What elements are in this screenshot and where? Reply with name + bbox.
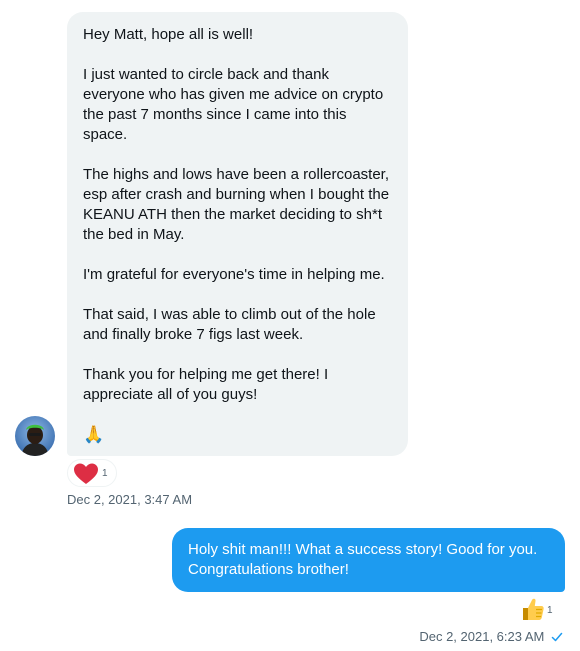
avatar[interactable] — [15, 416, 55, 456]
outgoing-timestamp: Dec 2, 2021, 6:23 AM — [419, 629, 545, 644]
incoming-message-bubble[interactable]: Hey Matt, hope all is well! I just wante… — [67, 12, 408, 456]
message-paragraph: The highs and lows have been a rollercoa… — [83, 166, 390, 243]
folded-hands-emoji: 🙏 — [83, 425, 105, 444]
incoming-timestamp: Dec 2, 2021, 3:47 AM — [67, 492, 193, 507]
message-paragraph: Thank you for helping me get there! I ap… — [83, 366, 329, 403]
outgoing-meta: Dec 2, 2021, 6:23 AM — [419, 629, 563, 644]
heart-reaction[interactable]: 1 — [67, 459, 117, 487]
reaction-count: 1 — [547, 605, 553, 616]
heart-icon — [74, 463, 98, 484]
message-paragraph: Hey Matt, hope all is well! — [83, 26, 254, 43]
outgoing-message-text: Holy shit man!!! What a success story! G… — [188, 541, 538, 578]
thumbs-up-reaction[interactable]: 1 — [520, 596, 560, 624]
message-paragraph: I just wanted to circle back and thank e… — [83, 66, 384, 143]
outgoing-message-bubble[interactable]: Holy shit man!!! What a success story! G… — [172, 528, 565, 592]
message-paragraph: I'm grateful for everyone's time in help… — [83, 266, 385, 283]
message-paragraph: That said, I was able to climb out of th… — [83, 306, 376, 343]
seen-check-icon — [551, 632, 563, 642]
reaction-count: 1 — [102, 468, 108, 479]
thumbs-up-icon — [523, 598, 544, 620]
avatar-image — [15, 416, 55, 456]
